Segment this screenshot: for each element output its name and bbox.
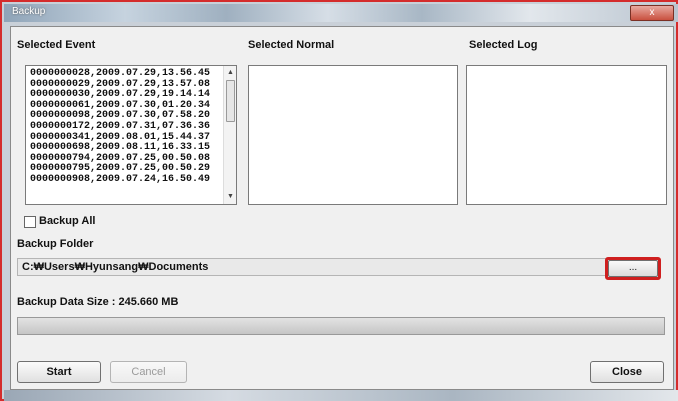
window-title: Backup <box>12 6 46 17</box>
backup-folder-label: Backup Folder <box>17 238 94 250</box>
event-list-item[interactable]: 0000000028,2009.07.29,13.56.45 <box>30 68 210 80</box>
dialog-body: Selected Event Selected Normal Selected … <box>10 26 674 390</box>
window-bottom-edge <box>4 390 678 401</box>
backup-all-label: Backup All <box>39 215 96 227</box>
browse-folder-button[interactable]: ... <box>608 260 658 277</box>
event-rows: 0000000028,2009.07.29,13.56.45 0000000029… <box>30 68 210 186</box>
folder-path-text: C:₩Users₩Hyunsang₩Documents <box>22 261 209 273</box>
log-list[interactable] <box>466 65 667 205</box>
selected-event-label: Selected Event <box>17 39 96 51</box>
backup-folder-path[interactable]: C:₩Users₩Hyunsang₩Documents <box>17 258 607 276</box>
selected-log-label: Selected Log <box>469 39 538 51</box>
title-bar[interactable]: Backup x <box>4 4 678 22</box>
backup-window: Backup x Selected Event Selected Normal … <box>0 0 678 401</box>
close-button[interactable]: Close <box>590 361 664 383</box>
cancel-button[interactable]: Cancel <box>110 361 187 383</box>
scroll-thumb[interactable] <box>226 80 235 122</box>
backup-data-size: Backup Data Size : 245.660 MB <box>17 296 179 308</box>
close-window-button[interactable]: x <box>630 5 674 21</box>
backup-all-checkbox[interactable] <box>24 216 36 228</box>
event-list-item[interactable]: 0000000908,2009.07.24,16.50.49 <box>30 174 210 186</box>
selected-normal-label: Selected Normal <box>248 39 335 51</box>
scroll-up-icon[interactable]: ▲ <box>227 69 234 76</box>
event-list-scrollbar[interactable]: ▲ ▼ <box>223 66 236 204</box>
start-button[interactable]: Start <box>17 361 101 383</box>
scroll-down-icon[interactable]: ▼ <box>227 193 234 200</box>
backup-progress-bar <box>17 317 665 335</box>
event-list-item[interactable]: 0000000172,2009.07.31,07.36.36 <box>30 121 210 133</box>
normal-list[interactable] <box>248 65 458 205</box>
event-list[interactable]: 0000000028,2009.07.29,13.56.45 0000000029… <box>25 65 237 205</box>
